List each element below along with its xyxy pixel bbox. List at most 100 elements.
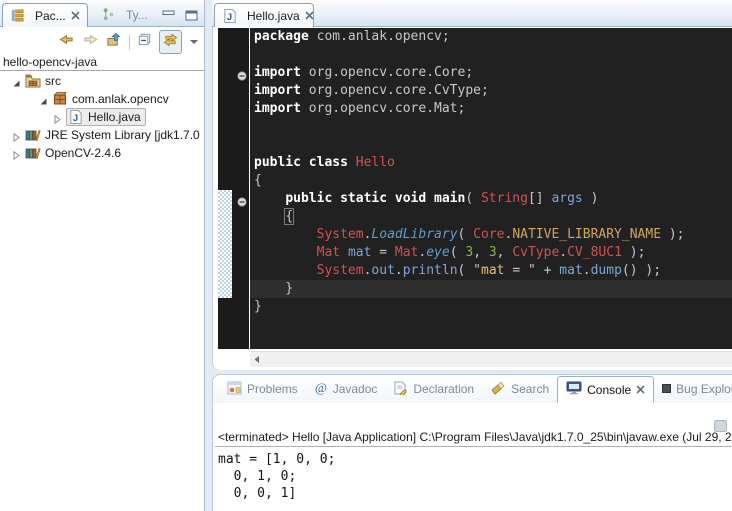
range-indicator [218,190,232,298]
tab-label: Console [587,383,631,397]
code-line-10[interactable]: public static void main( String[] args ) [254,190,732,208]
problems-icon [227,381,242,398]
view-menu-icon[interactable] [189,33,199,51]
tab-label: Bug Explorer [676,382,732,396]
tab-console[interactable]: Console [557,376,654,403]
editor-frame: package com.anlak.opencv; import org.open… [212,27,732,370]
code-line-4[interactable]: import org.opencv.core.CvType; [254,82,732,100]
code-line-11[interactable]: { [254,208,732,226]
tab-hello-java-label: Hello.java [247,9,300,23]
chevron-expanded-icon[interactable] [12,77,21,86]
svg-text:@: @ [315,381,327,395]
console-output: mat = [1, 0, 0; 0, 1, 0; 0, 0, 1] [218,451,335,502]
chevron-collapsed-icon[interactable] [12,131,21,140]
close-icon[interactable] [305,9,314,23]
tree-item-label: JRE System Library [jdk1.7.0 [45,128,200,142]
code-line-3[interactable]: import org.opencv.core.Core; [254,64,732,82]
code-line-2[interactable] [254,46,732,64]
project-root-divider [0,70,204,71]
javadoc-icon: @ [314,381,328,398]
tree-item-jre-system-library-jdk1-7-0[interactable]: JRE System Library [jdk1.7.0 [0,126,204,144]
tab-bug-explorer[interactable]: Bug Explorer [654,375,732,403]
selected-item-box[interactable]: J Hello.java [66,108,146,126]
close-icon[interactable] [636,383,645,397]
tree-item-com-anlak-opencv[interactable]: com.anlak.opencv [0,90,204,108]
console-output-line: 0, 1, 0; [218,468,335,485]
project-tree: src com.anlak.opencv J Hello.java JRE System… [0,72,204,162]
console-output-line: 0, 0, 1] [218,485,335,502]
chevron-collapsed-icon[interactable] [12,149,21,158]
java-file-icon: J [222,8,238,24]
tab-hello-java[interactable]: J Hello.java [214,3,314,27]
link-with-editor-icon[interactable] [159,30,182,54]
scroll-left-icon[interactable] [253,351,261,369]
tab-javadoc[interactable]: @ Javadoc [306,375,386,403]
console-status: <terminated> Hello [Java Application] C:… [215,427,732,447]
horizontal-scrollbar[interactable] [250,351,732,367]
tab-package-explorer-label: Pac... [35,9,66,23]
code-line-15[interactable]: } [250,280,732,298]
svg-text:J: J [73,113,78,123]
tab-type-hierarchy-label: Ty... [126,8,148,22]
code-line-12[interactable]: System.LoadLibrary( Core.NATIVE_LIBRARY_… [254,226,732,244]
library-icon [25,127,41,143]
bottom-tabbar: Problems @ Javadoc Declaration Search Console… [213,375,732,403]
code-line-1[interactable]: package com.anlak.opencv; [254,28,732,46]
code-line-16[interactable]: } [254,298,732,316]
tree-item-label: Hello.java [88,110,141,124]
console-output-line: mat = [1, 0, 0; [218,451,335,468]
forward-icon[interactable] [82,32,99,52]
package-icon [52,91,68,107]
package-explorer-panel: Pac... Ty... hello-opencv-java src com.an… [0,0,205,511]
minimize-button[interactable] [162,8,175,26]
code-line-7[interactable] [254,136,732,154]
editor-area: J Hello.java package com.anlak.opencv; im… [212,0,732,370]
fold-minus-icon[interactable] [237,194,247,204]
tab-type-hierarchy[interactable]: Ty... [94,3,155,27]
tab-declaration[interactable]: Declaration [385,375,482,403]
chevron-expanded-icon[interactable] [39,95,48,104]
eclipse-workbench: Pac... Ty... hello-opencv-java src com.an… [0,0,732,511]
console-icon [566,381,582,398]
library-icon [25,145,41,161]
back-icon[interactable] [58,32,75,52]
maximize-button[interactable] [185,8,198,26]
tab-package-explorer[interactable]: Pac... [2,3,88,27]
code-editor[interactable]: package com.anlak.opencv; import org.open… [250,28,732,349]
bug-square-icon [662,382,671,396]
code-line-14[interactable]: System.out.println( "mat = " + mat.dump(… [254,262,732,280]
tab-label: Problems [247,382,298,396]
annotation-ruler[interactable] [218,28,249,349]
go-up-icon[interactable] [106,32,122,52]
tree-item-hello-java[interactable]: J Hello.java [0,108,204,126]
src-folder-icon [25,73,41,89]
type-hierarchy-icon [101,7,117,23]
code-line-6[interactable] [254,118,732,136]
java-file-icon: J [68,109,84,125]
code-line-13[interactable]: Mat mat = Mat.eye( 3, 3, CvType.CV_8UC1 … [254,244,732,262]
collapse-all-icon[interactable] [137,32,152,52]
project-root-label[interactable]: hello-opencv-java [3,55,97,69]
code-line-5[interactable]: import org.opencv.core.Mat; [254,100,732,118]
code-line-8[interactable]: public class Hello [254,154,732,172]
declaration-icon [393,381,408,398]
svg-text:J: J [227,11,232,21]
tab-problems[interactable]: Problems [219,375,306,403]
console-panel: Problems @ Javadoc Declaration Search Console… [212,374,732,511]
tree-item-src[interactable]: src [0,72,204,90]
search-icon [490,381,506,398]
toolbar-separator [129,35,130,50]
package-explorer-icon [10,8,26,24]
tab-label: Javadoc [333,382,378,396]
tab-search[interactable]: Search [482,375,557,403]
fold-minus-icon[interactable] [237,68,247,78]
package-explorer-toolbar [58,30,199,54]
tab-label: Search [511,382,549,396]
tab-label: Declaration [413,382,474,396]
tree-item-label: src [45,74,61,88]
code-line-9[interactable]: { [254,172,732,190]
chevron-collapsed-icon[interactable] [53,113,62,122]
tree-item-label: OpenCV-2.4.6 [45,146,121,160]
tree-item-opencv-2-4-6[interactable]: OpenCV-2.4.6 [0,144,204,162]
close-icon[interactable] [71,9,80,23]
